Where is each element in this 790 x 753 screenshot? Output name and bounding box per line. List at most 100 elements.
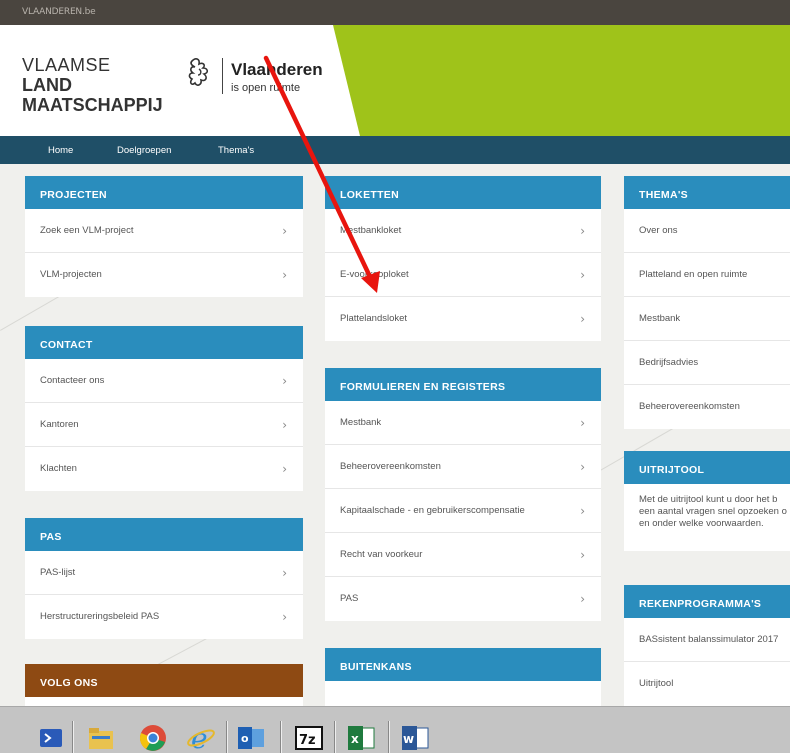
link-label: PAS-lijst: [40, 567, 76, 578]
panel-rekenprogrammas-title: REKENPROGRAMMA'S: [624, 585, 790, 618]
panel-pas: PAS PAS-lijst › Herstructureringsbeleid P…: [25, 518, 303, 639]
chevron-right-icon: ›: [580, 416, 585, 430]
7zip-icon[interactable]: 7z: [294, 723, 324, 753]
chevron-right-icon: ›: [580, 224, 585, 238]
link-label: Platteland en open ruimte: [639, 269, 748, 280]
link-uitrijtool[interactable]: Uitrijtool: [624, 662, 790, 706]
panel-volg-ons: VOLG ONS: [25, 664, 303, 706]
chevron-right-icon: ›: [580, 312, 585, 326]
link-over-ons[interactable]: Over ons: [624, 209, 790, 253]
taskbar-separator: [280, 721, 282, 753]
link-bedrijfsadvies[interactable]: Bedrijfsadvies: [624, 341, 790, 385]
svg-text:e: e: [191, 723, 208, 753]
link-klachten[interactable]: Klachten ›: [25, 447, 303, 491]
link-label: E-voorkooploket: [340, 269, 409, 280]
panel-rekenprogrammas: REKENPROGRAMMA'S BASsistent balanssimula…: [624, 585, 790, 706]
panel-formulieren-title: FORMULIEREN EN REGISTERS: [325, 368, 601, 401]
chevron-right-icon: ›: [282, 610, 287, 624]
link-form-pas[interactable]: PAS ›: [325, 577, 601, 621]
link-label: Kantoren: [40, 419, 79, 430]
panel-formulieren: FORMULIEREN EN REGISTERS Mestbank › Behee…: [325, 368, 601, 621]
chevron-right-icon: ›: [580, 592, 585, 606]
link-thema-beheerovereenkomsten[interactable]: Beheerovereenkomsten: [624, 385, 790, 429]
nav-doelgroepen[interactable]: Doelgroepen: [117, 145, 171, 156]
panel-themas-title: THEMA'S: [624, 176, 790, 209]
link-bassistent[interactable]: BASsistent balanssimulator 2017: [624, 618, 790, 662]
link-label: Zoek een VLM-project: [40, 225, 134, 236]
panel-loketten-title: LOKETTEN: [325, 176, 601, 209]
link-label: BASsistent balanssimulator 2017: [639, 634, 779, 645]
panel-contact: CONTACT Contacteer ons › Kantoren › Klacht…: [25, 326, 303, 491]
outlook-icon[interactable]: o: [236, 723, 266, 753]
chevron-right-icon: ›: [282, 418, 287, 432]
panel-contact-title: CONTACT: [25, 326, 303, 359]
link-vlm-projecten[interactable]: VLM-projecten ›: [25, 253, 303, 297]
link-platteland-open-ruimte[interactable]: Platteland en open ruimte: [624, 253, 790, 297]
link-label: Kapitaalschade - en gebruikerscompensati…: [340, 505, 525, 516]
link-pas-lijst[interactable]: PAS-lijst ›: [25, 551, 303, 595]
vlaanderen-wordmark[interactable]: Vlaanderen: [231, 60, 323, 80]
link-form-mestbank[interactable]: Mestbank ›: [325, 401, 601, 445]
link-form-recht-van-voorkeur[interactable]: Recht van voorkeur ›: [325, 533, 601, 577]
link-label: Recht van voorkeur: [340, 549, 423, 560]
link-herstructureringsbeleid-pas[interactable]: Herstructureringsbeleid PAS ›: [25, 595, 303, 639]
svg-text:x: x: [351, 732, 359, 746]
link-e-voorkooploket[interactable]: E-voorkooploket ›: [325, 253, 601, 297]
site-header: VLAAMSE LAND MAATSCHAPPIJ Vlaanderen is …: [0, 25, 790, 136]
chevron-right-icon: ›: [282, 566, 287, 580]
link-label: Bedrijfsadvies: [639, 357, 699, 368]
link-mestbankloket[interactable]: Mestbankloket ›: [325, 209, 601, 253]
panel-pas-title: PAS: [25, 518, 303, 551]
powershell-icon[interactable]: [36, 723, 66, 753]
link-label: Uitrijtool: [639, 678, 674, 689]
chevron-right-icon: ›: [580, 548, 585, 562]
site-label[interactable]: VLAANDEREN.be: [22, 7, 96, 17]
chevron-right-icon: ›: [282, 374, 287, 388]
chevron-right-icon: ›: [282, 224, 287, 238]
panel-buitenkans: BUITENKANS: [325, 648, 601, 706]
chevron-right-icon: ›: [282, 462, 287, 476]
taskbar-separator: [388, 721, 390, 753]
link-label: PAS: [340, 593, 359, 604]
link-plattelandsloket[interactable]: Plattelandsloket ›: [325, 297, 601, 341]
svg-text:w: w: [403, 732, 414, 746]
uitrijtool-text-line: Met de uitrijtool kunt u door het b: [639, 494, 778, 505]
excel-icon[interactable]: x: [346, 723, 376, 753]
nav-home[interactable]: Home: [48, 145, 73, 156]
chrome-icon[interactable]: [138, 723, 168, 753]
link-label: Herstructureringsbeleid PAS: [40, 611, 160, 622]
link-label: Beheerovereenkomsten: [639, 401, 740, 412]
link-thema-mestbank[interactable]: Mestbank: [624, 297, 790, 341]
chevron-right-icon: ›: [580, 504, 585, 518]
flemish-lion-icon: [188, 58, 209, 86]
logo-divider: [222, 58, 223, 94]
internet-explorer-icon[interactable]: e: [186, 723, 216, 753]
link-kantoren[interactable]: Kantoren ›: [25, 403, 303, 447]
panel-uitrijtool-title: UITRIJTOOL: [624, 451, 790, 484]
panel-projecten-title: PROJECTEN: [25, 176, 303, 209]
link-contacteer-ons[interactable]: Contacteer ons ›: [25, 359, 303, 403]
link-label: Mestbank: [639, 313, 681, 324]
panel-volg-ons-title: VOLG ONS: [25, 664, 303, 697]
logo-line-2: LAND: [22, 75, 72, 95]
logo-line-3: MAATSCHAPPIJ: [22, 95, 163, 115]
panel-loketten: LOKETTEN Mestbankloket › E-voorkooploket ›…: [325, 176, 601, 341]
main-nav: Home Doelgroepen Thema's: [0, 136, 790, 164]
taskbar-separator: [72, 721, 74, 753]
svg-text:o: o: [241, 732, 249, 745]
link-label: VLM-projecten: [40, 269, 102, 280]
link-zoek-vlm-project[interactable]: Zoek een VLM-project ›: [25, 209, 303, 253]
word-icon[interactable]: w: [400, 723, 430, 753]
vlm-logo[interactable]: VLAAMSE LAND MAATSCHAPPIJ: [22, 55, 163, 115]
nav-themas[interactable]: Thema's: [218, 145, 254, 156]
link-label: Beheerovereenkomsten: [340, 461, 441, 472]
link-form-kapitaalschade[interactable]: Kapitaalschade - en gebruikerscompensati…: [325, 489, 601, 533]
vlaanderen-tagline: is open ruimte: [231, 82, 301, 94]
link-label: Klachten: [40, 463, 77, 474]
link-form-beheerovereenkomsten[interactable]: Beheerovereenkomsten ›: [325, 445, 601, 489]
file-explorer-icon[interactable]: [86, 723, 116, 753]
chevron-right-icon: ›: [282, 268, 287, 282]
panel-themas: THEMA'S Over ons Platteland en open ruim…: [624, 176, 790, 429]
uitrijtool-text-line: een aantal vragen snel opzoeken o: [639, 506, 787, 517]
windows-taskbar: e o 7z x w: [0, 706, 790, 753]
